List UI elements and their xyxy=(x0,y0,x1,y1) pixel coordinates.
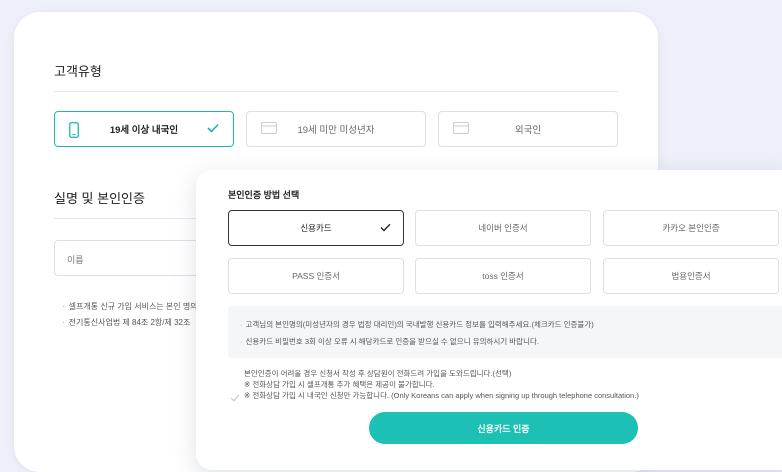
auth-method-modal: 본인인증 방법 선택 신용카드 네이버 인증서 카카오 본인인증 PASS 인증… xyxy=(196,170,782,470)
customer-type-title: 고객유형 xyxy=(54,64,102,79)
auth-method-pass[interactable]: PASS 인증서 xyxy=(228,258,404,294)
auth-method-label: toss 인증서 xyxy=(482,271,524,281)
customer-type-minor-button[interactable]: 19세 미만 미성년자 xyxy=(246,111,426,147)
consent-note: ※ 전화상담 가입 시 내국인 신청만 가능합니다. (Only Koreans… xyxy=(244,391,639,400)
customer-type-label: 19세 이상 내국인 xyxy=(109,125,179,136)
customer-type-label: 19세 미만 미성년자 xyxy=(297,125,375,136)
customer-type-foreigner-button[interactable]: 외국인 xyxy=(438,111,618,147)
auth-method-label: 신용카드 xyxy=(300,223,332,233)
consent-text: 본인인증이 어려울 경우 신청서 작성 후 상담원이 전화드려 가입을 도와드립… xyxy=(244,369,512,378)
divider xyxy=(54,218,204,219)
auth-method-general-certificate[interactable]: 범용인증서 xyxy=(603,258,779,294)
check-icon xyxy=(380,223,391,234)
consent-note: ※ 전화상담 가입 시 셀프개통 추가 혜택은 제공이 불가합니다. xyxy=(244,380,435,389)
phone-icon xyxy=(69,122,79,141)
notice-item: · 셀프개통 신규 가입 서비스는 본인 명의 xyxy=(62,302,198,311)
info-item: · 신용카드 비밀번호 3회 이상 오류 시 해당카드로 인증을 받으실 수 없으… xyxy=(240,337,539,346)
modal-title: 본인인증 방법 선택 xyxy=(228,190,300,200)
card-icon xyxy=(261,122,277,137)
auth-method-toss[interactable]: toss 인증서 xyxy=(415,258,591,294)
auth-method-kakao[interactable]: 카카오 본인인증 xyxy=(603,210,779,246)
auth-method-label: PASS 인증서 xyxy=(292,271,340,281)
divider xyxy=(54,91,618,92)
card-icon xyxy=(453,122,469,137)
auth-method-label: 범용인증서 xyxy=(671,271,711,281)
auth-method-label: 네이버 인증서 xyxy=(478,223,528,233)
checkbox-icon[interactable] xyxy=(230,389,240,407)
auth-method-credit-card[interactable]: 신용카드 xyxy=(228,210,404,246)
info-box: · 고객님의 본인명의(미성년자의 경우 법정 대리인)의 국내발행 신용카드 정… xyxy=(228,306,782,358)
auth-method-label: 카카오 본인인증 xyxy=(662,223,720,233)
check-icon xyxy=(207,123,219,136)
verification-title: 실명 및 본인인증 xyxy=(54,191,145,206)
customer-type-adult-button[interactable]: 19세 이상 내국인 xyxy=(54,111,234,147)
info-item: · 고객님의 본인명의(미성년자의 경우 법정 대리인)의 국내발행 신용카드 정… xyxy=(240,320,594,329)
credit-card-verify-button[interactable]: 신용카드 인증 xyxy=(369,412,638,444)
auth-method-naver[interactable]: 네이버 인증서 xyxy=(415,210,591,246)
customer-type-label: 외국인 xyxy=(514,125,542,136)
notice-item: · 전기통신사업법 제 84조 2항/제 32조 xyxy=(62,318,191,327)
